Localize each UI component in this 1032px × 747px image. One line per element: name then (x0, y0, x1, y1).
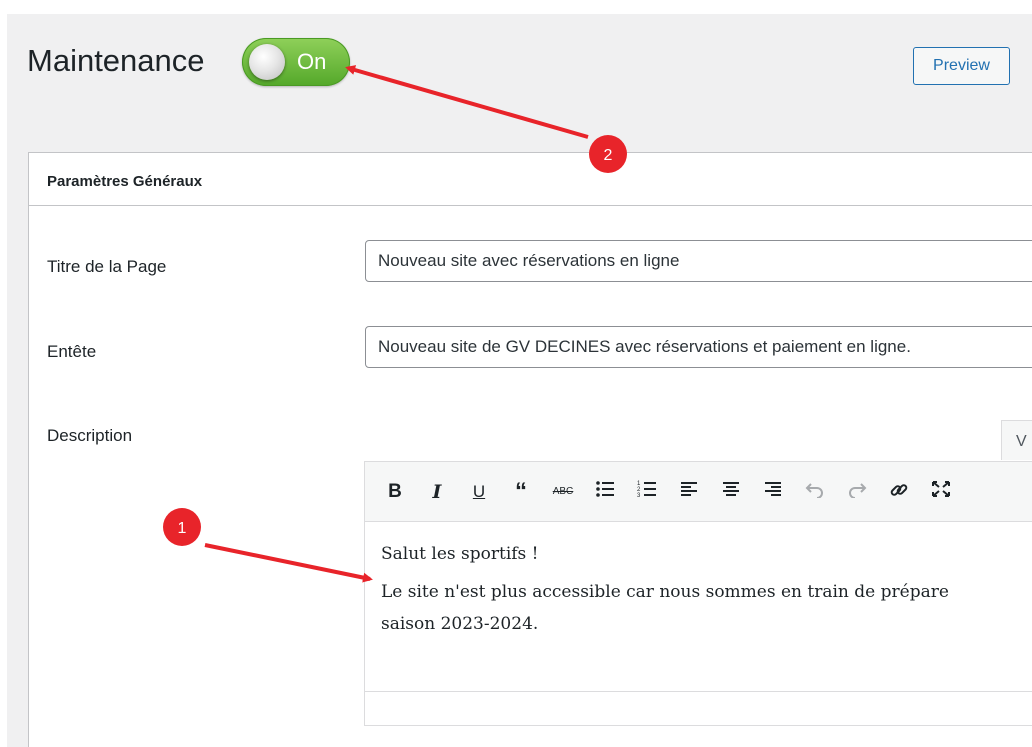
bold-icon[interactable]: B (381, 480, 409, 504)
tab-visual[interactable]: V (1001, 420, 1032, 460)
bullet-list-icon[interactable] (591, 480, 619, 504)
undo-icon[interactable] (801, 480, 829, 504)
preview-button[interactable]: Preview (913, 47, 1010, 85)
editor-paragraph: Salut les sportifs ! (381, 544, 539, 564)
editor-content[interactable]: Salut les sportifs ! Le site n'est plus … (381, 544, 1032, 634)
panel-header: Paramètres Généraux (29, 153, 1032, 206)
description-label: Description (47, 426, 133, 445)
align-right-icon[interactable] (759, 480, 787, 504)
page-title-label: Titre de la Page (47, 257, 167, 276)
editor-paragraph: Le site n'est plus accessible car nous s… (381, 582, 949, 602)
svg-text:3: 3 (637, 493, 641, 498)
link-icon[interactable] (885, 480, 913, 504)
underline-icon[interactable]: U (465, 480, 493, 504)
page-title: Maintenance (27, 43, 205, 78)
numbered-list-icon[interactable]: 123 (633, 480, 661, 504)
header-input[interactable]: Nouveau site de GV DECINES avec réservat… (365, 326, 1032, 368)
redo-icon[interactable] (843, 480, 871, 504)
page-title-input[interactable]: Nouveau site avec réservations en ligne (365, 240, 1032, 282)
align-center-icon[interactable] (717, 480, 745, 504)
editor-toolbar: B I U “ ABC 123 (365, 462, 1032, 522)
strikethrough-icon[interactable]: ABC (549, 480, 577, 504)
panel-title: Paramètres Généraux (47, 173, 203, 190)
italic-icon[interactable]: I (423, 480, 451, 504)
fullscreen-icon[interactable] (927, 480, 955, 504)
blockquote-icon[interactable]: “ (507, 480, 535, 504)
description-editor: B I U “ ABC 123 Salut les sportifs ! Le … (364, 461, 1032, 726)
align-left-icon[interactable] (675, 480, 703, 504)
general-settings-panel: Paramètres Généraux Titre de la Page Nou… (28, 152, 1032, 747)
toggle-label: On (297, 49, 327, 74)
editor-paragraph: saison 2023-2024. (381, 614, 539, 634)
header-label: Entête (47, 342, 97, 361)
maintenance-toggle[interactable]: On (242, 38, 350, 86)
toggle-knob (249, 44, 285, 80)
editor-statusbar (365, 691, 1032, 692)
